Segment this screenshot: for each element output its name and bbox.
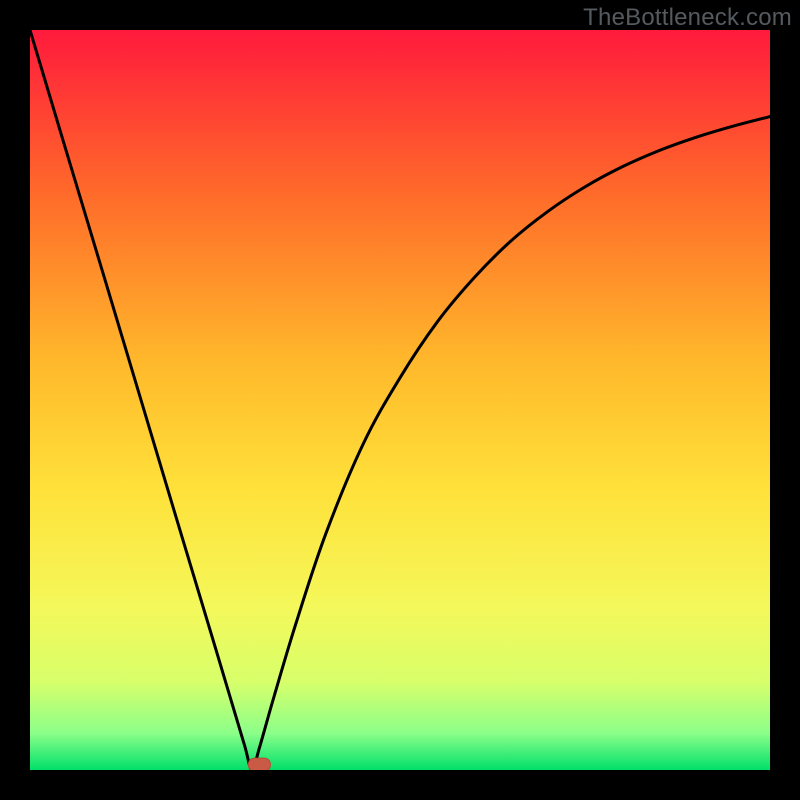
optimal-marker bbox=[248, 758, 270, 770]
chart-frame: TheBottleneck.com bbox=[0, 0, 800, 800]
plot-svg bbox=[30, 30, 770, 770]
plot-area bbox=[30, 30, 770, 770]
watermark-text: TheBottleneck.com bbox=[583, 4, 792, 32]
